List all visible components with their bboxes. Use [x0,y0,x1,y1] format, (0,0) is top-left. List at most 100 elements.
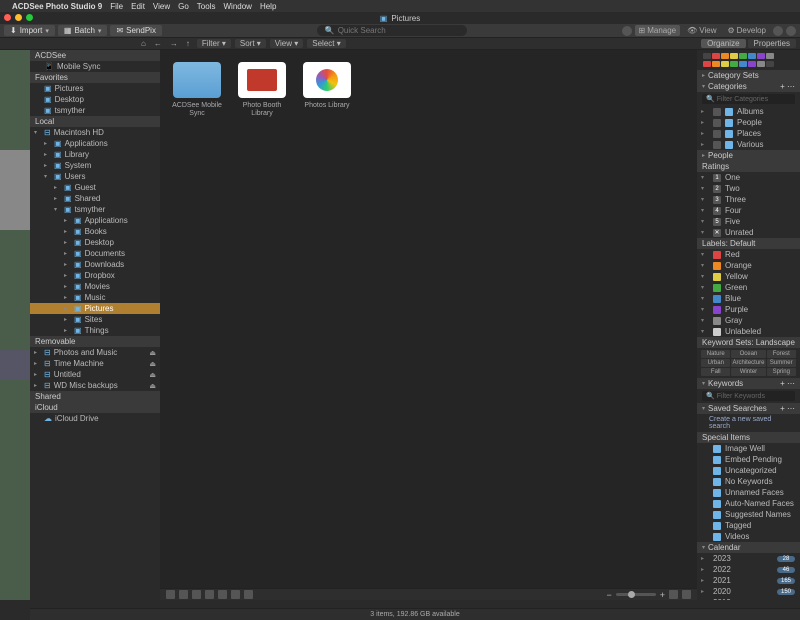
sidebar-item-macintosh-hd[interactable]: ▾⊟Macintosh HD [30,127,160,138]
mode-view[interactable]: 👁 View [683,25,720,36]
sidebar-item-desktop[interactable]: ▸▣Desktop [30,237,160,248]
rp-labels[interactable]: Labels: Default [697,238,800,249]
rp-saved-searches[interactable]: ▾Saved Searches+ ⋯ [697,403,800,414]
minimize-icon[interactable] [15,14,22,21]
calendar-year-2022[interactable]: ▸202246 [697,564,800,575]
zoom-icon[interactable] [26,14,33,21]
label-gray[interactable]: ▾Gray [697,315,800,326]
rp-kwsets[interactable]: Keyword Sets: Landscape [697,337,800,348]
thumb-mobile-sync[interactable]: ACDSee Mobile Sync [172,62,222,117]
keyword-cell[interactable]: Spring [767,368,797,376]
filter-dropdown[interactable]: Filter ▾ [197,39,231,48]
compare-icon[interactable] [231,590,240,599]
sidebar-item-pictures[interactable]: ▸▣Pictures [30,303,160,314]
add-icon[interactable]: + ⋯ [780,379,795,388]
search-input[interactable]: 🔍 Quick Search [317,25,467,36]
play-icon[interactable] [205,590,214,599]
sidebar-fav-pictures[interactable]: ▣Pictures [30,83,160,94]
keyword-cell[interactable]: Forest [767,350,797,358]
user-icon[interactable] [622,26,632,36]
sidebar-item-shared[interactable]: ▸▣Shared [30,193,160,204]
calendar-year-2019[interactable]: ▸2019271 [697,597,800,600]
sendpix-button[interactable]: ✉ SendPix [110,25,162,36]
mode-manage[interactable]: ⊞ Manage [635,25,681,36]
keyword-cell[interactable]: Fall [701,368,730,376]
eject-icon[interactable]: ⏏ [149,382,156,390]
rotate-left-icon[interactable] [179,590,188,599]
sidebar-item-movies[interactable]: ▸▣Movies [30,281,160,292]
menu-tools[interactable]: Tools [197,2,216,11]
sidebar-item-applications[interactable]: ▸▣Applications [30,138,160,149]
rp-categories[interactable]: ▾Categories+ ⋯ [697,81,800,92]
grid-icon[interactable] [218,590,227,599]
special-videos[interactable]: Videos [697,531,800,542]
sidebar-item-applications[interactable]: ▸▣Applications [30,215,160,226]
keyword-cell[interactable]: Summer [767,359,797,367]
view-mode2-icon[interactable] [682,590,691,599]
up-icon[interactable]: ↑ [183,39,193,48]
label-yellow[interactable]: ▾Yellow [697,271,800,282]
tab-organize[interactable]: Organize [701,39,745,48]
keyword-cell[interactable]: Nature [701,350,730,358]
sidebar-item-mobile-sync[interactable]: 📱Mobile Sync [30,61,160,72]
label-purple[interactable]: ▾Purple [697,304,800,315]
select-dropdown[interactable]: Select ▾ [307,39,345,48]
close-icon[interactable] [4,14,11,21]
menu-window[interactable]: Window [223,2,251,11]
app-name[interactable]: ACDSee Photo Studio 9 [12,2,102,11]
rating-one[interactable]: ▾1One [697,172,800,183]
view-mode1-icon[interactable] [669,590,678,599]
keyword-cell[interactable]: Urban [701,359,730,367]
trash-icon[interactable] [244,590,253,599]
create-saved-search-link[interactable]: Create a new saved search [697,414,800,432]
special-image-well[interactable]: Image Well [697,443,800,454]
rp-category-sets[interactable]: ▸Category Sets [697,70,800,81]
menu-help[interactable]: Help [260,2,276,11]
eject-icon[interactable]: ⏏ [149,371,156,379]
rp-keywords[interactable]: ▾Keywords+ ⋯ [697,378,800,389]
eject-icon[interactable]: ⏏ [149,360,156,368]
batch-button[interactable]: ▦ Batch▾ [58,25,108,36]
sidebar-item-documents[interactable]: ▸▣Documents [30,248,160,259]
rating-five[interactable]: ▾5Five [697,216,800,227]
menu-view[interactable]: View [153,2,170,11]
rating-four[interactable]: ▾4Four [697,205,800,216]
label-blue[interactable]: ▾Blue [697,293,800,304]
sidebar-icloud-drive[interactable]: ☁iCloud Drive [30,413,160,424]
add-icon[interactable]: + ⋯ [780,404,795,413]
category-places[interactable]: ▸Places [697,128,800,139]
sidebar-item-system[interactable]: ▸▣System [30,160,160,171]
thumb-photo-booth[interactable]: Photo Booth Library [237,62,287,117]
sidebar-item-dropbox[interactable]: ▸▣Dropbox [30,270,160,281]
add-icon[interactable]: + ⋯ [780,82,795,91]
sidebar-item-library[interactable]: ▸▣Library [30,149,160,160]
rotate-right-icon[interactable] [192,590,201,599]
menu-go[interactable]: Go [178,2,189,11]
forward-icon[interactable]: → [167,39,181,48]
sidebar-removable-wd-misc-backups[interactable]: ▸⊟WD Misc backups⏏ [30,380,160,391]
special-tagged[interactable]: Tagged [697,520,800,531]
keyword-cell[interactable]: Ocean [731,350,765,358]
sidebar-item-things[interactable]: ▸▣Things [30,325,160,336]
rating-unrated[interactable]: ▾✕Unrated [697,227,800,238]
category-various[interactable]: ▸Various [697,139,800,150]
calendar-year-2023[interactable]: ▸202328 [697,553,800,564]
rp-calendar[interactable]: ▾Calendar [697,542,800,553]
sort-dropdown[interactable]: Sort ▾ [235,39,266,48]
thumb-photos-library[interactable]: Photos Library [302,62,352,110]
label-red[interactable]: ▾Red [697,249,800,260]
sidebar-fav-user[interactable]: ▣tsmyther [30,105,160,116]
sidebar-removable-time-machine[interactable]: ▸⊟Time Machine⏏ [30,358,160,369]
sidebar-item-tsmyther[interactable]: ▾▣tsmyther [30,204,160,215]
sidebar-removable-photos-and-music[interactable]: ▸⊟Photos and Music⏏ [30,347,160,358]
menu-edit[interactable]: Edit [131,2,145,11]
special-no-keywords[interactable]: No Keywords [697,476,800,487]
external-icon[interactable] [166,590,175,599]
category-albums[interactable]: ▸Albums [697,106,800,117]
sidebar-item-downloads[interactable]: ▸▣Downloads [30,259,160,270]
calendar-year-2021[interactable]: ▸2021165 [697,575,800,586]
sidebar-removable-untitled[interactable]: ▸⊟Untitled⏏ [30,369,160,380]
rp-people[interactable]: ▸People [697,150,800,161]
rating-three[interactable]: ▾3Three [697,194,800,205]
sidebar-fav-desktop[interactable]: ▣Desktop [30,94,160,105]
